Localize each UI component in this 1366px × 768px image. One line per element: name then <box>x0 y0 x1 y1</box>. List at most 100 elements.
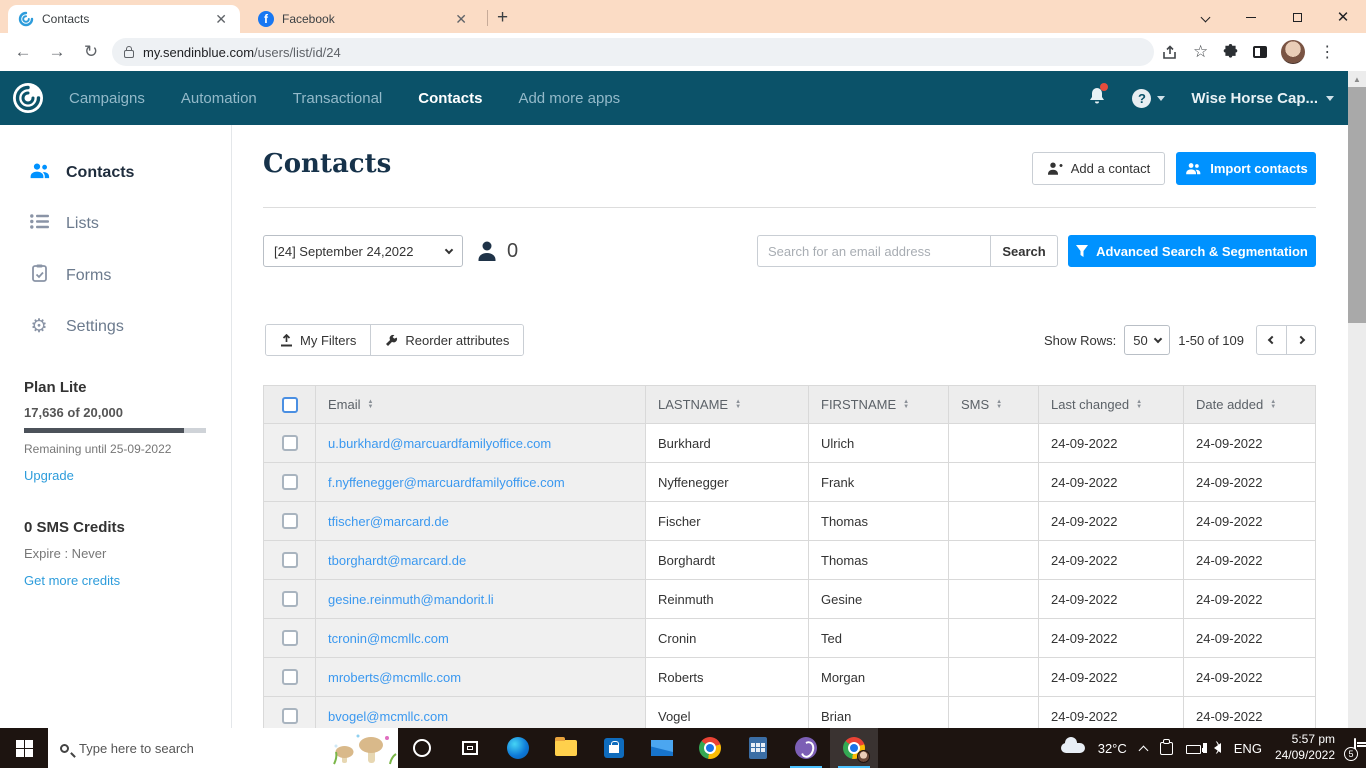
account-menu[interactable]: Wise Horse Cap... <box>1191 90 1334 107</box>
taskbar-chrome-active[interactable] <box>830 728 878 768</box>
row-checkbox[interactable] <box>281 513 298 529</box>
contact-email-link[interactable]: mroberts@mcmllc.com <box>328 670 461 685</box>
contact-email-link[interactable]: f.nyffenegger@marcuardfamilyoffice.com <box>328 475 565 490</box>
maximize-button[interactable] <box>1274 9 1320 24</box>
minimize-button[interactable] <box>1228 9 1274 24</box>
extensions-puzzle-icon[interactable] <box>1222 43 1239 61</box>
import-contacts-button[interactable]: Import contacts <box>1176 152 1316 185</box>
table-row: gesine.reinmuth@mandorit.li Reinmuth Gesin… <box>264 580 1315 619</box>
row-checkbox[interactable] <box>281 669 298 685</box>
last-changed-cell: 24-09-2022 <box>1039 658 1184 696</box>
contact-email-link[interactable]: bvogel@mcmllc.com <box>328 709 448 724</box>
tab-contacts[interactable]: Contacts ✕ <box>8 5 240 33</box>
bookmark-star-icon[interactable]: ☆ <box>1193 42 1208 62</box>
advanced-search-button[interactable]: Advanced Search & Segmentation <box>1068 235 1316 267</box>
next-page-button[interactable] <box>1286 326 1315 354</box>
action-center-button[interactable]: 5 <box>1344 738 1358 761</box>
taskbar-search[interactable]: Type here to search <box>48 728 398 768</box>
language-indicator[interactable]: ENG <box>1234 741 1262 756</box>
email-search-input[interactable] <box>757 235 990 267</box>
taskbar-task-view[interactable] <box>446 728 494 768</box>
prev-page-button[interactable] <box>1257 326 1286 354</box>
row-checkbox[interactable] <box>281 591 298 607</box>
row-checkbox[interactable] <box>281 474 298 490</box>
start-button[interactable] <box>0 728 48 768</box>
row-checkbox[interactable] <box>281 630 298 646</box>
upgrade-link[interactable]: Upgrade <box>24 468 74 483</box>
row-checkbox[interactable] <box>281 708 298 724</box>
back-icon[interactable]: ← <box>6 42 40 62</box>
battery-icon[interactable] <box>1185 745 1204 754</box>
taskbar-edge[interactable] <box>494 728 542 768</box>
clock[interactable]: 5:57 pm 24/09/2022 <box>1275 732 1335 763</box>
tablet-mode-icon[interactable] <box>1159 738 1173 755</box>
taskbar-chrome[interactable] <box>686 728 734 768</box>
plan-usage: 17,636 of 20,000 <box>24 405 124 420</box>
taskbar-file-explorer[interactable] <box>542 728 590 768</box>
list-selector-dropdown[interactable]: [24] September 24,2022 <box>263 235 463 267</box>
sendinblue-logo[interactable] <box>13 83 43 113</box>
column-header-last-changed[interactable]: Last changed ▲ ▼ <box>1039 386 1184 423</box>
share-icon[interactable] <box>1162 44 1179 60</box>
contact-email-link[interactable]: tfischer@marcard.de <box>328 514 449 529</box>
nav-add-more-apps[interactable]: Add more apps <box>518 90 620 107</box>
chevron-down-icon <box>1157 95 1166 101</box>
rows-per-page-select[interactable]: 50 <box>1124 325 1171 355</box>
close-tab-icon[interactable]: ✕ <box>452 11 470 28</box>
contact-email-link[interactable]: tcronin@mcmllc.com <box>328 631 449 646</box>
help-menu[interactable]: ? <box>1132 88 1166 108</box>
row-checkbox[interactable] <box>281 552 298 568</box>
tab-facebook[interactable]: f Facebook ✕ <box>248 5 480 33</box>
taskbar-bittorrent[interactable] <box>782 728 830 768</box>
contact-email-link[interactable]: gesine.reinmuth@mandorit.li <box>328 592 494 607</box>
get-more-credits-link[interactable]: Get more credits <box>24 573 120 588</box>
taskbar-store[interactable] <box>590 728 638 768</box>
column-header-date-added[interactable]: Date added ▲ ▼ <box>1184 386 1317 423</box>
firstname-cell: Thomas <box>809 502 949 540</box>
taskbar-mail[interactable] <box>638 728 686 768</box>
notifications-bell-icon[interactable] <box>1088 83 1109 110</box>
temperature[interactable]: 32°C <box>1098 741 1127 756</box>
reload-icon[interactable]: ↻ <box>74 42 108 62</box>
browser-menu-icon[interactable]: ⋮ <box>1319 42 1335 62</box>
nav-campaigns[interactable]: Campaigns <box>69 90 145 107</box>
my-filters-button[interactable]: My Filters <box>266 325 371 355</box>
column-header-lastname[interactable]: LASTNAME ▲ ▼ <box>646 386 809 423</box>
scrollbar-up-arrow[interactable]: ▲ <box>1348 71 1366 87</box>
profile-avatar[interactable] <box>1281 40 1306 64</box>
sidebar-item-contacts[interactable]: Contacts <box>0 147 231 199</box>
column-header-firstname[interactable]: FIRSTNAME ▲ ▼ <box>809 386 949 423</box>
forward-icon[interactable]: → <box>40 42 74 62</box>
sidebar-item-forms[interactable]: Forms <box>0 249 231 302</box>
sidebar-item-settings[interactable]: ⚙ Settings <box>0 302 231 351</box>
close-tab-icon[interactable]: ✕ <box>212 11 230 28</box>
column-header-sms[interactable]: SMS ▲ ▼ <box>949 386 1039 423</box>
taskbar-calculator[interactable] <box>734 728 782 768</box>
row-checkbox[interactable] <box>281 435 298 451</box>
search-button[interactable]: Search <box>990 235 1058 267</box>
address-bar[interactable]: my.sendinblue.com/users/list/id/24 <box>112 38 1154 66</box>
reorder-attributes-button[interactable]: Reorder attributes <box>370 325 524 355</box>
weather-cloud-icon[interactable] <box>1060 737 1085 753</box>
close-window-button[interactable]: ✕ <box>1320 8 1366 26</box>
taskbar-cortana[interactable] <box>398 728 446 768</box>
cortana-icon <box>413 739 431 757</box>
column-header-email[interactable]: Email ▲ ▼ <box>316 386 646 423</box>
new-tab-button[interactable]: + <box>497 7 508 29</box>
add-contact-button[interactable]: Add a contact <box>1032 152 1165 185</box>
contact-email-link[interactable]: tborghardt@marcard.de <box>328 553 466 568</box>
scrollbar-thumb[interactable] <box>1348 87 1366 323</box>
nav-transactional[interactable]: Transactional <box>293 90 383 107</box>
contact-email-link[interactable]: u.burkhard@marcuardfamilyoffice.com <box>328 436 551 451</box>
date-added-cell: 24-09-2022 <box>1184 658 1317 696</box>
nav-contacts[interactable]: Contacts <box>418 90 482 107</box>
tab-search-icon[interactable] <box>1182 9 1228 24</box>
speaker-icon[interactable] <box>1202 739 1221 754</box>
lastname-cell-value: Vogel <box>658 708 691 724</box>
sidebar-item-lists[interactable]: Lists <box>0 199 231 249</box>
nav-automation[interactable]: Automation <box>181 90 257 107</box>
add-contact-label: Add a contact <box>1070 161 1151 176</box>
tray-chevron-up-icon[interactable] <box>1138 745 1149 755</box>
side-panel-icon[interactable] <box>1253 46 1268 58</box>
select-all-checkbox[interactable] <box>281 396 298 413</box>
